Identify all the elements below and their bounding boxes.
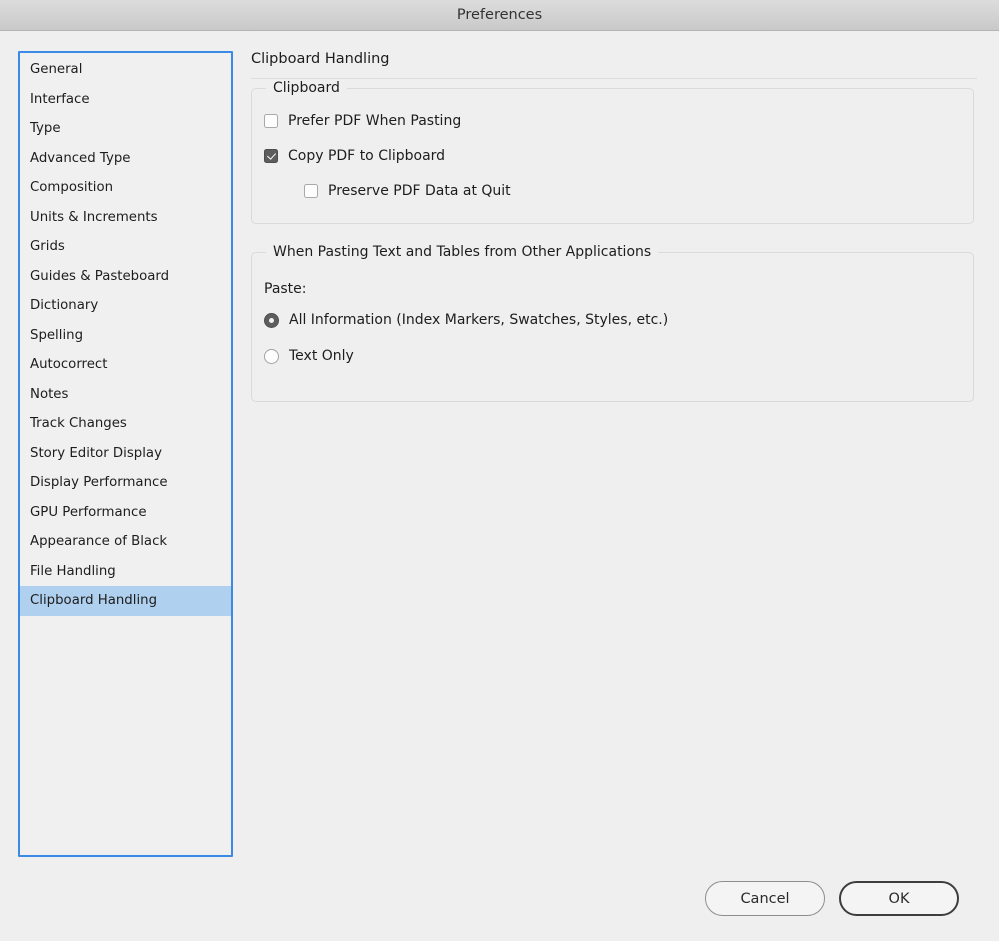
radio-text-only[interactable] xyxy=(264,348,279,364)
window-title: Preferences xyxy=(456,7,543,23)
preferences-category-sidebar[interactable]: General Interface Type Advanced Type Composi… xyxy=(18,51,233,857)
sidebar-item-label: Dictionary xyxy=(30,298,99,313)
checkbox-copy-pdf-to-clipboard[interactable] xyxy=(264,149,278,163)
sidebar-item-label: Composition xyxy=(30,180,114,195)
checkbox-label-prefer-pdf-when-pasting: Prefer PDF When Pasting xyxy=(288,113,462,129)
pasting-group-legend: When Pasting Text and Tables from Other … xyxy=(266,244,659,260)
sidebar-item-guides-pasteboard[interactable]: Guides & Pasteboard xyxy=(20,262,231,292)
checkbox-prefer-pdf-when-pasting[interactable] xyxy=(264,114,278,128)
sidebar-item-autocorrect[interactable]: Autocorrect xyxy=(20,350,231,380)
sidebar-item-label: Notes xyxy=(30,386,69,402)
sidebar-item-interface[interactable]: Interface xyxy=(20,85,231,115)
sidebar-item-file-handling[interactable]: File Handling xyxy=(20,557,231,587)
preferences-category-list[interactable]: General Interface Type Advanced Type Composi… xyxy=(20,55,231,616)
sidebar-item-gpu-performance[interactable]: GPU Performance xyxy=(20,498,231,528)
sidebar-item-general[interactable]: General xyxy=(20,55,231,85)
sidebar-item-display-performance[interactable]: Display Performance xyxy=(20,468,231,498)
title-divider xyxy=(251,78,977,79)
checkbox-label-preserve-pdf-data-at-quit: Preserve PDF Data at Quit xyxy=(328,183,511,199)
dialog-footer: Cancel OK xyxy=(0,877,999,941)
radio-label-all-information: All Information (Index Markers, Swatches… xyxy=(289,312,669,328)
sidebar-item-label: GPU Performance xyxy=(30,504,147,520)
cancel-button[interactable]: Cancel xyxy=(705,881,825,916)
clipboard-group: Clipboard Prefer PDF When Pasting Copy P… xyxy=(251,80,974,224)
sidebar-item-label: Appearance of Black xyxy=(30,534,168,549)
sidebar-item-label: Units & Increments xyxy=(30,209,158,225)
sidebar-item-label: Spelling xyxy=(30,327,84,343)
radio-row-text-only[interactable]: Text Only xyxy=(264,348,354,364)
window-titlebar: Preferences xyxy=(0,0,999,31)
sidebar-item-notes[interactable]: Notes xyxy=(20,380,231,410)
checkbox-row-prefer-pdf-when-pasting[interactable]: Prefer PDF When Pasting xyxy=(264,113,461,129)
sidebar-item-label: Guides & Pasteboard xyxy=(30,268,170,284)
sidebar-item-advanced-type[interactable]: Advanced Type xyxy=(20,144,231,174)
preferences-main-panel: Clipboard Handling Clipboard Prefer PDF … xyxy=(251,32,977,941)
ok-button[interactable]: OK xyxy=(839,881,959,916)
sidebar-item-label: Display Performance xyxy=(30,475,168,490)
checkbox-label-copy-pdf-to-clipboard: Copy PDF to Clipboard xyxy=(288,148,446,164)
sidebar-item-grids[interactable]: Grids xyxy=(20,232,231,262)
sidebar-item-label: Autocorrect xyxy=(30,357,108,372)
radio-all-information[interactable] xyxy=(264,312,279,328)
sidebar-item-dictionary[interactable]: Dictionary xyxy=(20,291,231,321)
clipboard-group-legend: Clipboard xyxy=(266,80,347,96)
sidebar-item-label: Clipboard Handling xyxy=(30,593,158,608)
sidebar-item-label: Advanced Type xyxy=(30,150,131,166)
sidebar-item-units-increments[interactable]: Units & Increments xyxy=(20,203,231,233)
sidebar-item-composition[interactable]: Composition xyxy=(20,173,231,203)
sidebar-item-label: File Handling xyxy=(30,563,116,579)
window-body: General Interface Type Advanced Type Composi… xyxy=(0,32,999,941)
sidebar-item-label: Grids xyxy=(30,239,65,254)
radio-row-all-information[interactable]: All Information (Index Markers, Swatches… xyxy=(264,312,668,328)
sidebar-item-story-editor-display[interactable]: Story Editor Display xyxy=(20,439,231,469)
sidebar-item-clipboard-handling[interactable]: Clipboard Handling xyxy=(20,586,231,616)
pasting-group: When Pasting Text and Tables from Other … xyxy=(251,244,974,402)
paste-label: Paste: xyxy=(264,281,307,297)
sidebar-item-type[interactable]: Type xyxy=(20,114,231,144)
sidebar-item-label: Track Changes xyxy=(30,416,127,431)
checkbox-row-copy-pdf-to-clipboard[interactable]: Copy PDF to Clipboard xyxy=(264,148,445,164)
checkbox-row-preserve-pdf-data-at-quit[interactable]: Preserve PDF Data at Quit xyxy=(304,183,511,199)
checkbox-preserve-pdf-data-at-quit[interactable] xyxy=(304,184,318,198)
sidebar-item-appearance-of-black[interactable]: Appearance of Black xyxy=(20,527,231,557)
page-title: Clipboard Handling xyxy=(251,51,390,67)
sidebar-item-track-changes[interactable]: Track Changes xyxy=(20,409,231,439)
sidebar-item-label: Story Editor Display xyxy=(30,445,162,461)
sidebar-item-label: Type xyxy=(30,121,61,136)
sidebar-item-spelling[interactable]: Spelling xyxy=(20,321,231,351)
sidebar-item-label: General xyxy=(30,62,83,77)
radio-label-text-only: Text Only xyxy=(289,348,354,364)
sidebar-item-label: Interface xyxy=(30,91,90,107)
